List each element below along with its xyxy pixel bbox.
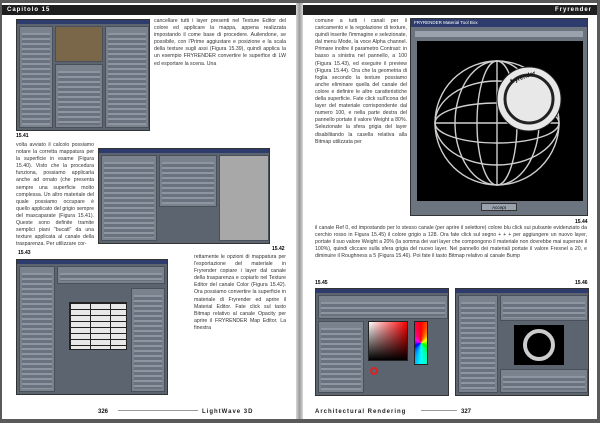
figure-15-42-caption: 15.42 bbox=[272, 246, 285, 252]
figure-15-43-screenshot bbox=[16, 259, 168, 395]
brick-texture-preview bbox=[69, 302, 127, 350]
color-palette bbox=[414, 321, 428, 365]
left-page: Capitolo 15 15.41 cancellare tutti i lay… bbox=[2, 3, 296, 419]
figure-15-41-caption: 15.41 bbox=[16, 133, 29, 139]
book-spine bbox=[296, 3, 303, 419]
right-wide-text: il canale Ref 0, ed impostando per lo st… bbox=[315, 225, 587, 260]
left-column-top-text: cancellare tutti i layer presenti nel Te… bbox=[154, 18, 286, 67]
page-number-right: 327 bbox=[461, 409, 472, 415]
right-column-text: comune a tutti i canali per il caricamen… bbox=[315, 18, 407, 145]
page-number-left: 326 bbox=[98, 409, 109, 415]
right-page: Fryrender comune a tutti i canali per il… bbox=[303, 3, 597, 419]
figure-15-41-screenshot bbox=[16, 19, 150, 131]
ring-icon bbox=[523, 329, 555, 361]
footer-title-left: LightWave 3D bbox=[202, 409, 254, 415]
accept-button[interactable]: Accept bbox=[481, 203, 517, 211]
material-preview bbox=[514, 325, 564, 365]
chapter-header-right: Fryrender bbox=[303, 5, 597, 15]
footer-title-right: Architectural Rendering bbox=[315, 409, 407, 415]
figure-15-46-screenshot bbox=[455, 288, 589, 396]
chapter-header: Capitolo 15 bbox=[2, 5, 296, 15]
figure-15-43-caption: 15.43 bbox=[18, 250, 31, 256]
left-column-text: volta avviato il calcolo possiamo notare… bbox=[16, 142, 94, 248]
highlight-circle bbox=[370, 367, 378, 375]
figure-15-46-caption: 15.46 bbox=[575, 280, 588, 286]
window-title: FRYRENDER Material Tool Box bbox=[411, 19, 587, 27]
figure-15-44-window: FRYRENDER Material Tool Box fryrender Ac… bbox=[410, 18, 588, 216]
color-picker-square bbox=[368, 321, 408, 361]
figure-15-45-caption: 15.45 bbox=[315, 280, 328, 286]
left-column-bottom-text: rettamente le opzioni di mappatura per l… bbox=[194, 254, 286, 331]
figure-15-45-screenshot bbox=[315, 288, 449, 396]
wireframe-sphere-icon bbox=[434, 60, 562, 186]
figure-15-42-screenshot bbox=[98, 148, 270, 244]
render-preview: fryrender bbox=[417, 41, 583, 201]
